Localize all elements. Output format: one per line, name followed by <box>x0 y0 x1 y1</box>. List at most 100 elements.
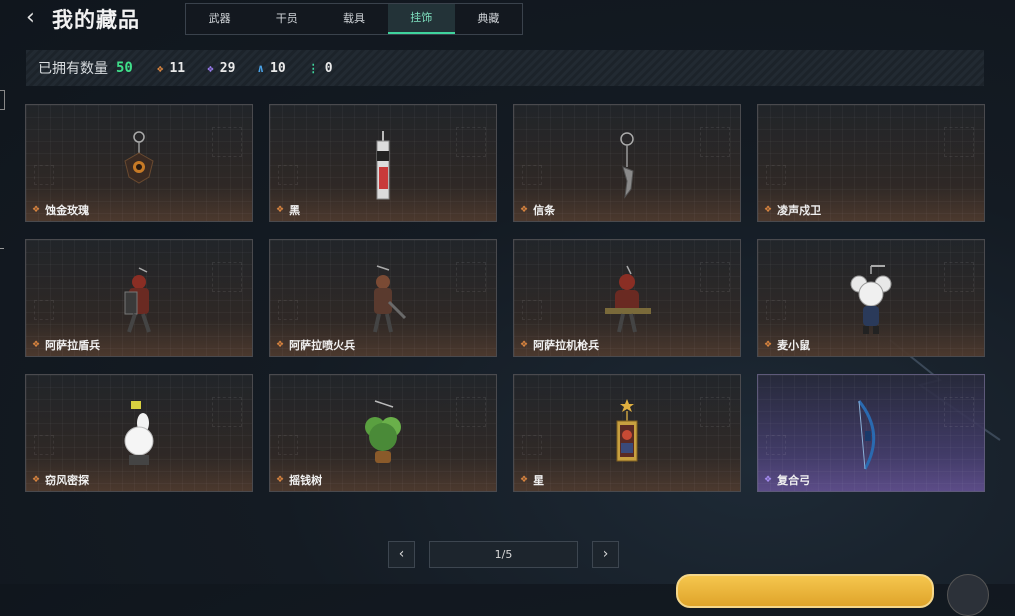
secondary-circle-button[interactable] <box>947 574 989 616</box>
orange-rarity-icon: ❖ <box>520 205 529 215</box>
charm-name: ❖ 摇钱树 <box>276 472 322 488</box>
card-decoration <box>766 435 786 455</box>
charm-name: ❖ 阿萨拉机枪兵 <box>520 337 599 353</box>
charm-name: ❖ 凌声戍卫 <box>764 202 821 218</box>
green-dots-icon: ⋮ <box>307 61 319 75</box>
primary-action-button[interactable] <box>676 574 934 608</box>
black-tag-charm-image <box>376 131 390 200</box>
charm-card[interactable]: ❖ 信条 <box>513 104 741 222</box>
charm-name-text: 蚀金玫瑰 <box>45 204 90 217</box>
charm-name-text: 阿萨拉盾兵 <box>45 339 101 352</box>
charm-name: ❖ 星 <box>520 472 544 488</box>
owned-count-value: 50 <box>116 60 133 76</box>
card-decoration <box>522 165 542 185</box>
purple-count-value: 29 <box>219 60 236 76</box>
orange-rarity-icon: ❖ <box>276 340 285 350</box>
card-decoration <box>278 435 298 455</box>
orange-rarity-icon: ❖ <box>520 475 529 485</box>
charm-name: ❖ 信条 <box>520 202 555 218</box>
prev-page-button[interactable]: ‹ <box>388 541 415 568</box>
card-decoration <box>944 262 974 292</box>
card-decoration <box>212 127 242 157</box>
card-decoration <box>522 300 542 320</box>
card-decoration <box>944 127 974 157</box>
charm-name-text: 复合弓 <box>777 474 811 487</box>
wind-spy-charm-image <box>124 401 154 465</box>
tab-weapons[interactable]: 武器 <box>186 4 253 34</box>
orange-rarity-icon: ❖ <box>276 205 285 215</box>
card-decoration <box>456 262 486 292</box>
charm-card[interactable]: ❖ 窃风密探 <box>25 374 253 492</box>
card-decoration <box>944 397 974 427</box>
pagination: ‹ 1/5 › <box>388 541 619 568</box>
shield-soldier-charm-image <box>124 267 151 333</box>
orange-rarity-icon: ❖ <box>32 340 41 350</box>
charm-card[interactable]: ❖ 蚀金玫瑰 <box>25 104 253 222</box>
orange-count-value: 11 <box>169 60 186 76</box>
charm-card[interactable]: ❖ 阿萨拉机枪兵 <box>513 239 741 357</box>
card-decoration <box>456 397 486 427</box>
orange-rarity-icon: ❖ <box>764 205 773 215</box>
charm-name-text: 摇钱树 <box>289 474 323 487</box>
charm-name-text: 窃风密探 <box>45 474 90 487</box>
left-edge-marker <box>0 90 5 110</box>
card-decoration <box>522 435 542 455</box>
card-decoration <box>278 300 298 320</box>
charm-name-text: 阿萨拉喷火兵 <box>289 339 356 352</box>
purple-count: ❖ 29 <box>207 61 235 76</box>
money-tree-charm-image <box>365 400 401 463</box>
back-icon[interactable]: ‹ <box>26 6 46 30</box>
card-decoration <box>34 300 54 320</box>
rose-charm-image <box>124 131 154 184</box>
charm-card[interactable]: ❖ 阿萨拉喷火兵 <box>269 239 497 357</box>
charm-name-text: 凌声戍卫 <box>777 204 822 217</box>
charm-name-text: 星 <box>533 474 545 487</box>
card-decoration <box>212 397 242 427</box>
card-decoration <box>34 435 54 455</box>
card-decoration <box>700 127 730 157</box>
tab-charms[interactable]: 挂饰 <box>387 4 455 34</box>
charm-name-text: 信条 <box>533 204 556 217</box>
charm-name: ❖ 蚀金玫瑰 <box>32 202 89 218</box>
tab-collection[interactable]: 典藏 <box>455 4 522 34</box>
tab-vehicles[interactable]: 载具 <box>320 4 387 34</box>
tab-operators[interactable]: 干员 <box>253 4 320 34</box>
ownership-stats-bar: 已拥有数量 50 ❖ 11 ❖ 29 ∧ 10 ⋮ 0 <box>26 50 984 86</box>
orange-rarity-icon: ❖ <box>764 340 773 350</box>
card-decoration <box>34 165 54 185</box>
green-count: ⋮ 0 <box>308 61 333 76</box>
flamethrower-soldier-charm-image <box>373 265 407 333</box>
card-decoration <box>456 127 486 157</box>
orange-rarity-icon: ❖ <box>276 475 285 485</box>
card-decoration <box>766 300 786 320</box>
card-decoration <box>766 165 786 185</box>
page-indicator: 1/5 <box>429 541 578 568</box>
charm-name: ❖ 黑 <box>276 202 300 218</box>
charm-name-text: 麦小鼠 <box>777 339 811 352</box>
charm-card[interactable]: ❖ 黑 <box>269 104 497 222</box>
orange-rarity-icon: ❖ <box>32 475 41 485</box>
charm-name: ❖ 窃风密探 <box>32 472 89 488</box>
blue-chevron-icon: ∧ <box>257 61 265 75</box>
charm-card[interactable]: ❖ 复合弓 <box>757 374 985 492</box>
mouse-charm-image <box>850 265 892 334</box>
compound-bow-charm-image <box>857 400 876 470</box>
blue-count-value: 10 <box>270 60 286 76</box>
charm-name-text: 阿萨拉机枪兵 <box>533 339 600 352</box>
charm-card[interactable]: ❖ 摇钱树 <box>269 374 497 492</box>
charm-card[interactable]: ❖ 凌声戍卫 <box>757 104 985 222</box>
card-decoration <box>700 262 730 292</box>
charm-card[interactable]: ❖ 星 <box>513 374 741 492</box>
orange-rarity-icon: ❖ <box>32 205 41 215</box>
charm-name: ❖ 阿萨拉盾兵 <box>32 337 100 353</box>
owned-count-label: 已拥有数量 <box>38 61 108 77</box>
purple-diamond-icon: ❖ <box>207 61 214 75</box>
charm-card[interactable]: ❖ 麦小鼠 <box>757 239 985 357</box>
next-page-button[interactable]: › <box>592 541 619 568</box>
purple-rarity-icon: ❖ <box>764 475 773 485</box>
charm-card[interactable]: ❖ 阿萨拉盾兵 <box>25 239 253 357</box>
left-edge-tick <box>0 248 4 255</box>
charm-name-text: 黑 <box>289 204 301 217</box>
page-title: 我的藏品 <box>52 8 140 32</box>
card-decoration <box>278 165 298 185</box>
